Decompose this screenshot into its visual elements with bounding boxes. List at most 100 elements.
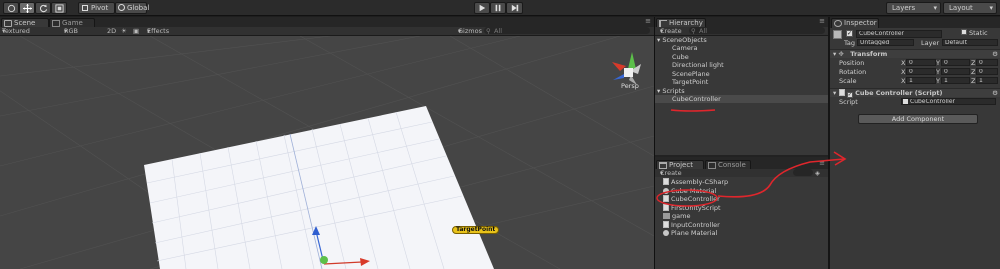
tab-inspector[interactable]: Inspector	[831, 18, 879, 28]
hierarchy-item-selected[interactable]: CubeController	[655, 95, 828, 103]
gizmos-label: Gizmos	[458, 27, 482, 35]
scene-search-input[interactable]: ⚲ All	[484, 27, 650, 35]
effects-dropdown[interactable]: Effects ▾	[147, 27, 169, 35]
scene-icon	[4, 20, 12, 27]
pause-button[interactable]	[490, 2, 506, 14]
position-z-label: Z	[971, 59, 976, 67]
hierarchy-item[interactable]: TargetPoint	[655, 78, 708, 86]
scale-tool-button[interactable]	[51, 2, 67, 14]
play-icon	[479, 4, 486, 12]
tab-scene-label: Scene	[14, 19, 36, 27]
main-toolbar: Pivot Global Layers ▾ Layout ▾	[0, 0, 1000, 16]
static-checkbox	[961, 29, 967, 35]
render-mode-dropdown[interactable]: RGB ▾	[64, 27, 78, 35]
scale-x-field[interactable]: 1	[906, 77, 936, 84]
lighting-toggle-icon[interactable]: ☀	[121, 27, 127, 35]
rotate-tool-button[interactable]	[35, 2, 51, 14]
hierarchy-control-bar: Create ▾ ⚲ All	[655, 27, 828, 36]
hierarchy-group-label: SceneObjects	[662, 36, 707, 44]
hand-icon	[7, 4, 15, 13]
info-icon	[834, 20, 842, 27]
rotation-x-field[interactable]: 0	[906, 68, 936, 75]
step-icon	[511, 4, 518, 12]
global-toggle-button[interactable]: Global	[115, 2, 150, 14]
scene-orientation-gizmo[interactable]	[612, 52, 641, 85]
script-component-header[interactable]: ▾ ✓ Cube Controller (Script) ⚙	[830, 88, 1000, 98]
scale-y-field[interactable]: 1	[941, 77, 970, 84]
static-label: Static	[969, 29, 988, 37]
hierarchy-item[interactable]: Directional light	[655, 61, 724, 69]
layers-dropdown[interactable]: Layers ▾	[886, 2, 941, 14]
active-checkbox[interactable]: ✓	[846, 30, 853, 37]
transform-title: Transform	[850, 50, 888, 58]
red-circle-annotation	[656, 189, 718, 207]
position-x-field[interactable]: 0	[906, 59, 936, 66]
search-icon: ⚲	[691, 27, 696, 35]
chevron-down-icon: ▾	[933, 4, 937, 12]
effects-label: Effects	[147, 27, 170, 35]
inspector-tab-bar: Inspector	[830, 17, 1000, 28]
tab-inspector-label: Inspector	[844, 19, 877, 27]
hierarchy-item[interactable]: Cube	[655, 53, 689, 61]
shading-mode-dropdown[interactable]: Textured ▾	[2, 27, 30, 35]
persp-label[interactable]: Persp	[621, 82, 639, 90]
gear-icon[interactable]: ⚙	[992, 50, 998, 58]
rotation-y-field[interactable]: 0	[941, 68, 970, 75]
scale-y-label: Y	[936, 77, 940, 85]
gear-icon[interactable]: ⚙	[992, 89, 998, 97]
search-icon: ⚲	[486, 27, 491, 35]
rotation-x-label: X	[901, 68, 906, 76]
red-underline-annotation	[670, 109, 716, 112]
red-annotation-overlay	[656, 151, 847, 207]
hierarchy-search-input[interactable]: ⚲ All	[689, 27, 825, 35]
tag-label: Tag	[844, 39, 856, 47]
hierarchy-group-sceneobjects[interactable]: ▾ SceneObjects	[655, 36, 707, 44]
hierarchy-item[interactable]: Camera	[655, 44, 698, 52]
position-label: Position	[839, 59, 865, 67]
global-label: Global	[127, 4, 150, 12]
transform-header[interactable]: ▾ ✥ Transform ⚙	[830, 49, 1000, 58]
script-icon	[663, 221, 669, 228]
pivot-icon	[82, 5, 88, 11]
step-button[interactable]	[506, 2, 523, 14]
position-x-label: X	[901, 59, 906, 67]
rotation-z-field[interactable]: 0	[976, 68, 998, 75]
pivot-toggle-button[interactable]: Pivot	[78, 2, 115, 14]
scene-view[interactable]: Persp TargetPoint	[0, 36, 654, 269]
2d-toggle[interactable]: 2D	[107, 27, 116, 35]
static-toggle[interactable]: Static	[961, 29, 988, 37]
project-item[interactable]: InputController	[655, 221, 720, 229]
layer-dropdown[interactable]: Default	[942, 39, 998, 46]
render-mode-label: RGB	[64, 27, 79, 35]
target-point-label[interactable]: TargetPoint	[452, 226, 500, 234]
layout-dropdown[interactable]: Layout ▾	[943, 2, 997, 14]
scene-canvas	[0, 36, 654, 269]
position-z-field[interactable]: 0	[976, 59, 998, 66]
audio-toggle-icon[interactable]: ▣	[133, 27, 139, 35]
panel-menu-icon[interactable]: ≡	[819, 17, 825, 25]
pause-icon	[495, 4, 501, 12]
hand-tool-button[interactable]	[3, 2, 19, 14]
tag-value: Untagged	[860, 39, 890, 46]
hierarchy-search-placeholder: All	[699, 27, 708, 35]
script-icon	[838, 89, 845, 96]
position-y-field[interactable]: 0	[941, 59, 970, 66]
tag-dropdown[interactable]: Untagged	[857, 39, 914, 46]
hierarchy-group-scripts[interactable]: ▾ Scripts	[655, 87, 685, 95]
gizmos-dropdown[interactable]: Gizmos ▾	[458, 27, 482, 35]
layer-value: Default	[945, 39, 967, 46]
red-arrow-head	[833, 151, 847, 166]
script-reference-field[interactable]: CubeController	[901, 98, 996, 105]
material-icon	[663, 230, 669, 236]
y-axis-handle[interactable]	[320, 256, 328, 264]
project-item[interactable]: Plane Material	[655, 229, 717, 237]
rotate-icon	[39, 4, 47, 13]
object-name-field[interactable]: CubeController	[856, 30, 942, 38]
hierarchy-create-dropdown[interactable]: Create ▾	[660, 27, 682, 35]
add-component-button[interactable]: Add Component	[858, 114, 978, 124]
move-tool-button[interactable]	[19, 2, 35, 14]
scale-z-field[interactable]: 1	[976, 77, 998, 84]
hierarchy-item[interactable]: ScenePlane	[655, 70, 710, 78]
panel-menu-icon[interactable]: ≡	[645, 17, 651, 25]
play-button[interactable]	[474, 2, 490, 14]
